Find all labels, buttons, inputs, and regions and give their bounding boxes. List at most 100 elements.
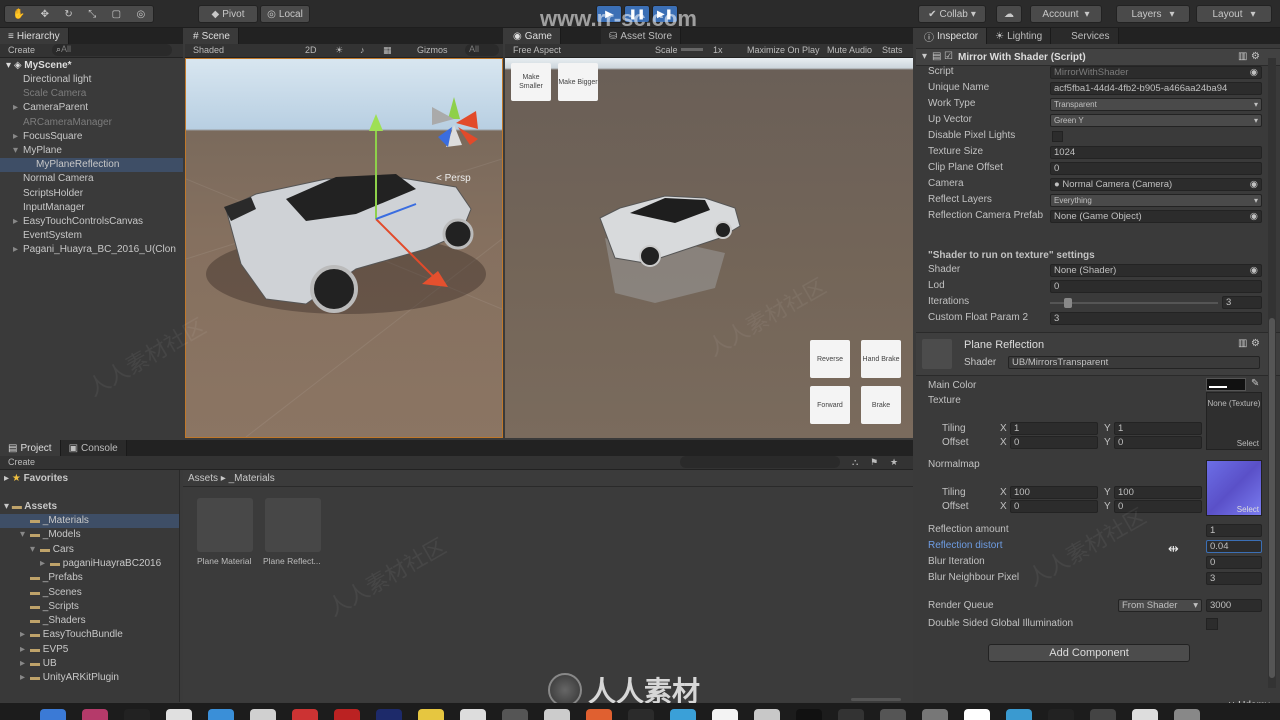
scale-slider[interactable] (681, 48, 703, 51)
dock-app-icon[interactable] (1048, 709, 1074, 720)
expand-arrow-icon[interactable]: ▸ (20, 657, 30, 671)
dock-app-icon[interactable] (838, 709, 864, 720)
dock-app-icon[interactable] (670, 709, 696, 720)
dock-app-icon[interactable] (544, 709, 570, 720)
field-input[interactable]: None (Game Object) ◉ (1050, 210, 1262, 223)
mirror-script-header[interactable]: ▾ ▤ ☑ Mirror With Shader (Script) ▥ ⚙ (916, 48, 1280, 66)
scene-viewport[interactable]: < Persp (185, 58, 503, 438)
normalmap-tiling-y[interactable]: 100 (1114, 486, 1202, 499)
tab-inspector[interactable]: ⓘ Inspector (916, 28, 988, 44)
texture-slot[interactable]: None (Texture) Select (1206, 392, 1262, 450)
field-dropdown[interactable]: Everything ▾ (1050, 194, 1262, 207)
tab-game[interactable]: ◉ Game (505, 28, 561, 44)
favorites-folder[interactable]: ▸ ★ Favorites (0, 472, 179, 486)
object-picker-icon[interactable]: ◉ (1250, 179, 1258, 190)
expand-arrow-icon[interactable]: ▸ (20, 628, 30, 642)
material-prop-input[interactable]: 0.04 (1206, 540, 1262, 553)
rotate-tool-icon[interactable]: ↻ (64, 9, 72, 20)
render-queue-dropdown[interactable]: From Shader ▾ (1118, 599, 1202, 612)
material-header[interactable]: Plane Reflection Shader UB/MirrorsTransp… (916, 332, 1280, 376)
expand-arrow-icon[interactable]: ▾ (30, 543, 40, 557)
expand-arrow-icon[interactable]: ▸ (40, 557, 50, 571)
breadcrumb-materials[interactable]: _Materials (229, 473, 275, 484)
dock-app-icon[interactable] (292, 709, 318, 720)
expand-arrow-icon[interactable]: ▾ (20, 528, 30, 542)
expand-arrow-icon[interactable]: ▸ (13, 215, 23, 229)
object-picker-icon[interactable]: ◉ (1250, 67, 1258, 78)
texture-offset-x[interactable]: 0 (1010, 436, 1098, 449)
orientation-gizmo[interactable] (432, 97, 478, 147)
transform-tool-icon[interactable]: ◎ (137, 9, 146, 20)
color-picker-eyedropper-icon[interactable]: ✎ (1251, 378, 1259, 389)
assets-folder[interactable]: ▾ ▬ Assets (0, 500, 179, 514)
texture-offset-y[interactable]: 0 (1114, 436, 1202, 449)
expand-arrow-icon[interactable]: ▸ (20, 671, 30, 685)
hand-tool-icon[interactable]: ✋ (13, 9, 25, 20)
normalmap-tiling-x[interactable]: 100 (1010, 486, 1098, 499)
scene-search-input[interactable]: All (465, 44, 499, 56)
hierarchy-item[interactable]: ▸ EasyTouchControlsCanvas (0, 215, 183, 229)
dock-app-icon[interactable] (880, 709, 906, 720)
normalmap-slot[interactable]: Select (1206, 460, 1262, 516)
dock-app-icon[interactable] (964, 709, 990, 720)
tab-hierarchy[interactable]: ≡ Hierarchy (0, 28, 69, 44)
dock-app-icon[interactable] (1006, 709, 1032, 720)
help-book-icon[interactable]: ▥ (1238, 51, 1247, 62)
field-input[interactable]: ● Normal Camera (Camera) ◉ (1050, 178, 1262, 191)
hand-brake-button[interactable]: Hand Brake (861, 340, 901, 378)
thumbnail-size-slider[interactable] (851, 698, 901, 701)
component-enabled-checkbox[interactable]: ☑ (944, 51, 953, 62)
field-dropdown[interactable]: Green Y ▾ (1050, 114, 1262, 127)
expand-arrow-icon[interactable]: ▸ (13, 243, 23, 257)
material-prop-input[interactable]: 0 (1206, 556, 1262, 569)
project-folder[interactable]: ▾ ▬ Cars (0, 543, 179, 557)
project-folder[interactable]: ▸ ▬ UnityARKitPlugin (0, 671, 179, 685)
help-book-icon[interactable]: ▥ (1238, 338, 1247, 349)
normalmap-select-button[interactable]: Select (1237, 505, 1259, 514)
dock-app-icon[interactable] (754, 709, 780, 720)
dock-app-icon[interactable] (922, 709, 948, 720)
pivot-toggle[interactable]: ◆ Pivot (198, 5, 258, 23)
dock-app-icon[interactable] (208, 709, 234, 720)
make-smaller-button[interactable]: Make Smaller (511, 63, 551, 101)
cloud-button[interactable]: ☁ (996, 5, 1022, 23)
expand-arrow-icon[interactable]: ▸ (13, 130, 23, 144)
project-folder[interactable]: ▬ _Materials (0, 514, 179, 528)
inspector-scroll-thumb[interactable] (1269, 318, 1275, 678)
lighting-toggle-icon[interactable]: ☀ (335, 45, 343, 56)
project-folder[interactable]: ▬ _Prefabs (0, 571, 179, 585)
favorite-star-icon[interactable]: ★ (890, 457, 898, 468)
dock-app-icon[interactable] (712, 709, 738, 720)
settings-gear-icon[interactable]: ⚙ (1251, 51, 1260, 62)
project-folder[interactable]: ▸ ▬ EasyTouchBundle (0, 628, 179, 642)
dock-app-icon[interactable] (1132, 709, 1158, 720)
hierarchy-item[interactable]: MyPlaneReflection (0, 158, 183, 173)
project-folder[interactable]: ▾ ▬ _Models (0, 528, 179, 542)
rect-tool-icon[interactable]: ▢ (112, 9, 121, 20)
hierarchy-item[interactable]: ▸ FocusSquare (0, 130, 183, 144)
expand-arrow-icon[interactable]: ▸ (13, 101, 23, 115)
project-folder[interactable]: ▸ ▬ UB (0, 657, 179, 671)
dock-app-icon[interactable] (586, 709, 612, 720)
field-input[interactable]: MirrorWithShader ◉ (1050, 66, 1262, 79)
render-queue-value-field[interactable]: 3000 (1206, 599, 1262, 612)
material-shader-dropdown[interactable]: UB/MirrorsTransparent (1008, 356, 1260, 369)
effects-toggle-icon[interactable]: ▦ (383, 45, 392, 56)
shader-field-input[interactable]: 3 (1050, 312, 1262, 325)
texture-tiling-x[interactable]: 1 (1010, 422, 1098, 435)
iterations-value-field[interactable]: 3 (1222, 296, 1262, 309)
hierarchy-item[interactable]: ▸ Pagani_Huayra_BC_2016_U(Clon (0, 243, 183, 257)
dock-app-icon[interactable] (334, 709, 360, 720)
tab-console[interactable]: ▣ Console (60, 440, 127, 456)
material-prop-input[interactable]: 1 (1206, 524, 1262, 537)
game-viewport[interactable]: Make Smaller Make Bigger Reverse Hand Br… (505, 58, 913, 438)
dock-app-icon[interactable] (418, 709, 444, 720)
dock-app-icon[interactable] (40, 709, 66, 720)
normalmap-offset-x[interactable]: 0 (1010, 500, 1098, 513)
hierarchy-item[interactable]: Scale Camera (0, 87, 183, 101)
hierarchy-search-input[interactable]: ⌕All (52, 44, 172, 56)
field-dropdown[interactable]: Transparent ▾ (1050, 98, 1262, 111)
shader-field-input[interactable]: 0 (1050, 280, 1262, 293)
scale-tool-icon[interactable]: ⤡ (88, 9, 96, 20)
forward-button[interactable]: Forward (810, 386, 850, 424)
